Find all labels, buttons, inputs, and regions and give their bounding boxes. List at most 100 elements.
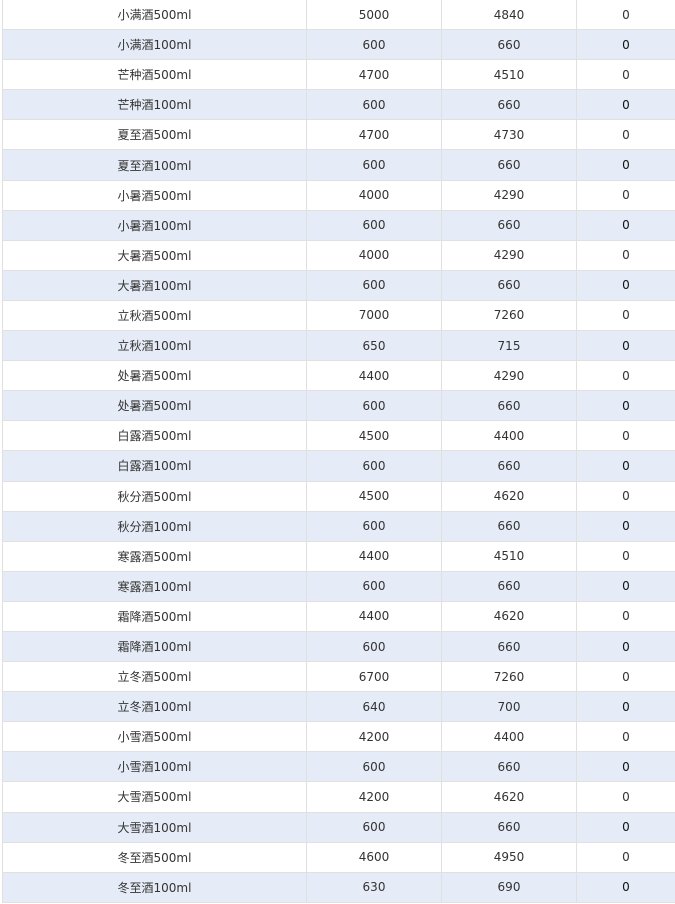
value-cell-c: 0 — [576, 751, 675, 783]
value-cell-a: 4400 — [306, 600, 442, 632]
product-name-cell: 立冬酒100ml — [2, 691, 307, 723]
value-cell-a: 6700 — [306, 661, 442, 693]
value-cell-a: 600 — [306, 149, 442, 181]
value-cell-a: 4000 — [306, 239, 442, 271]
table-row: 处暑酒500ml 4400 4290 0 — [2, 360, 675, 392]
value-cell-a: 600 — [306, 751, 442, 783]
value-cell-c: 0 — [576, 59, 675, 91]
product-table: 小满酒500ml 5000 4840 0 小满酒100ml 600 660 0 芒种酒500ml… — [2, 0, 675, 903]
table-row: 立冬酒100ml 640 700 0 — [2, 691, 675, 723]
value-cell-b: 4290 — [441, 239, 577, 271]
table-row: 芒种酒500ml 4700 4510 0 — [2, 59, 675, 91]
product-name-cell: 白露酒500ml — [2, 420, 307, 452]
table-row: 夏至酒500ml 4700 4730 0 — [2, 119, 675, 151]
value-cell-a: 600 — [306, 811, 442, 843]
value-cell-b: 4400 — [441, 721, 577, 753]
table-row: 白露酒100ml 600 660 0 — [2, 450, 675, 482]
table-row: 大暑酒100ml 600 660 0 — [2, 269, 675, 301]
product-name-cell: 大暑酒100ml — [2, 269, 307, 301]
table-row: 冬至酒100ml 630 690 0 — [2, 871, 675, 903]
value-cell-a: 5000 — [306, 0, 442, 31]
table-row: 处暑酒500ml 600 660 0 — [2, 390, 675, 422]
value-cell-b: 4620 — [441, 480, 577, 512]
value-cell-c: 0 — [576, 841, 675, 873]
table-row: 霜降酒100ml 600 660 0 — [2, 630, 675, 663]
product-name-cell: 大暑酒500ml — [2, 239, 307, 271]
value-cell-a: 4400 — [306, 540, 442, 572]
value-cell-b: 4510 — [441, 540, 577, 572]
value-cell-a: 640 — [306, 691, 442, 723]
product-name-cell: 寒露酒100ml — [2, 570, 307, 602]
product-name-cell: 小雪酒500ml — [2, 721, 307, 753]
value-cell-c: 0 — [576, 179, 675, 211]
value-cell-a: 600 — [306, 570, 442, 602]
table-row: 秋分酒500ml 4500 4620 0 — [2, 480, 675, 512]
table-row: 立冬酒500ml 6700 7260 0 — [2, 661, 675, 693]
value-cell-b: 4840 — [441, 0, 577, 31]
value-cell-c: 0 — [576, 239, 675, 271]
value-cell-a: 4500 — [306, 420, 442, 452]
value-cell-c: 0 — [576, 600, 675, 632]
value-cell-c: 0 — [576, 811, 675, 843]
value-cell-c: 0 — [576, 781, 675, 813]
table-row: 寒露酒100ml 600 660 0 — [2, 570, 675, 602]
table-row: 小满酒100ml 600 660 0 — [2, 29, 675, 61]
value-cell-a: 630 — [306, 871, 442, 903]
value-cell-a: 4400 — [306, 360, 442, 392]
product-name-cell: 小暑酒500ml — [2, 179, 307, 211]
value-cell-c: 0 — [576, 29, 675, 61]
table-row: 大雪酒500ml 4200 4620 0 — [2, 781, 675, 813]
value-cell-a: 600 — [306, 269, 442, 301]
value-cell-c: 0 — [576, 450, 675, 482]
value-cell-a: 4000 — [306, 179, 442, 211]
value-cell-a: 7000 — [306, 299, 442, 332]
value-cell-a: 4600 — [306, 841, 442, 873]
product-name-cell: 霜降酒500ml — [2, 600, 307, 632]
value-cell-b: 7260 — [441, 299, 577, 332]
value-cell-b: 4400 — [441, 420, 577, 452]
table-row: 小暑酒500ml 4000 4290 0 — [2, 179, 675, 211]
product-name-cell: 立冬酒500ml — [2, 661, 307, 693]
value-cell-a: 4200 — [306, 781, 442, 813]
product-name-cell: 小暑酒100ml — [2, 209, 307, 241]
product-name-cell: 夏至酒500ml — [2, 119, 307, 151]
product-name-cell: 小满酒500ml — [2, 0, 307, 31]
table-row: 霜降酒500ml 4400 4620 0 — [2, 600, 675, 632]
table-row: 小雪酒500ml 4200 4400 0 — [2, 721, 675, 753]
table-row: 白露酒500ml 4500 4400 0 — [2, 420, 675, 452]
product-name-cell: 夏至酒100ml — [2, 149, 307, 181]
value-cell-b: 660 — [441, 570, 577, 602]
product-name-cell: 小满酒100ml — [2, 29, 307, 61]
product-name-cell: 芒种酒100ml — [2, 89, 307, 121]
value-cell-a: 4200 — [306, 721, 442, 753]
value-cell-b: 7260 — [441, 661, 577, 693]
value-cell-c: 0 — [576, 480, 675, 512]
table-row: 夏至酒100ml 600 660 0 — [2, 149, 675, 181]
value-cell-b: 660 — [441, 269, 577, 301]
product-name-cell: 处暑酒500ml — [2, 390, 307, 422]
product-name-cell: 立秋酒100ml — [2, 330, 307, 362]
value-cell-c: 0 — [576, 0, 675, 31]
value-cell-c: 0 — [576, 209, 675, 241]
product-name-cell: 冬至酒100ml — [2, 871, 307, 903]
product-name-cell: 立秋酒500ml — [2, 299, 307, 332]
product-name-cell: 小雪酒100ml — [2, 751, 307, 783]
value-cell-a: 600 — [306, 390, 442, 422]
value-cell-b: 660 — [441, 209, 577, 241]
value-cell-b: 4950 — [441, 841, 577, 873]
table-row: 小满酒500ml 5000 4840 0 — [2, 0, 675, 31]
product-name-cell: 大雪酒100ml — [2, 811, 307, 843]
product-name-cell: 霜降酒100ml — [2, 630, 307, 663]
table-row: 大暑酒500ml 4000 4290 0 — [2, 239, 675, 271]
product-name-cell: 大雪酒500ml — [2, 781, 307, 813]
value-cell-c: 0 — [576, 119, 675, 151]
value-cell-a: 600 — [306, 209, 442, 241]
table-row: 立秋酒100ml 650 715 0 — [2, 330, 675, 362]
table-row: 小雪酒100ml 600 660 0 — [2, 751, 675, 783]
table-row: 大雪酒100ml 600 660 0 — [2, 811, 675, 843]
value-cell-a: 600 — [306, 510, 442, 542]
product-name-cell: 处暑酒500ml — [2, 360, 307, 392]
value-cell-b: 4510 — [441, 59, 577, 91]
value-cell-a: 600 — [306, 450, 442, 482]
table-row: 小暑酒100ml 600 660 0 — [2, 209, 675, 241]
